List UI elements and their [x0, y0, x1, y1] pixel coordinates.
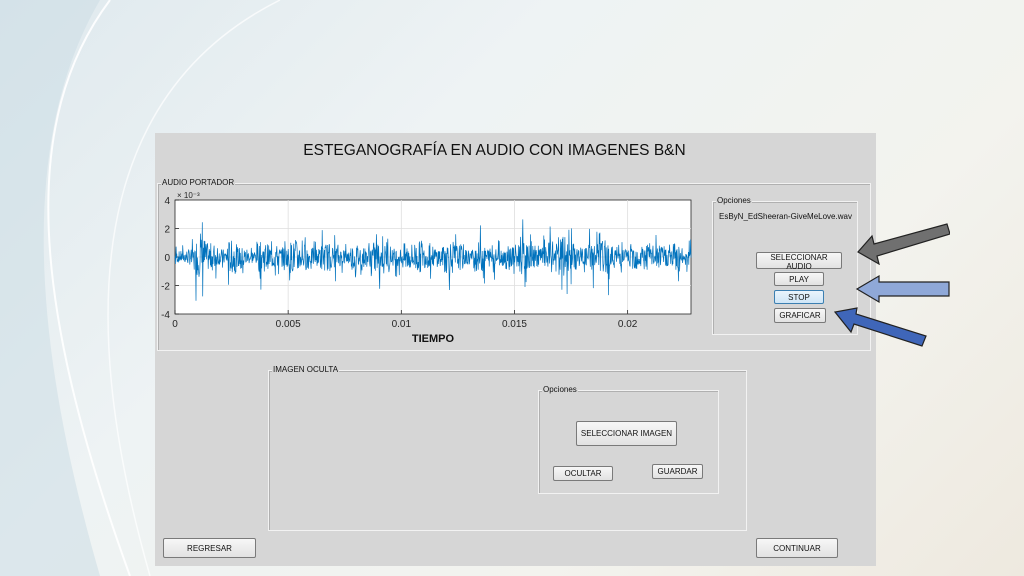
play-button[interactable]: PLAY — [774, 272, 824, 286]
app-window: ESTEGANOGRAFÍA EN AUDIO CON IMAGENES B&N… — [155, 133, 876, 566]
audio-options-title: Opciones — [716, 196, 752, 206]
y-tick-label: 2 — [164, 225, 170, 236]
save-button[interactable]: GUARDAR — [652, 464, 703, 479]
y-tick-label: -2 — [161, 282, 170, 293]
audio-filename: EsByN_EdSheeran-GiveMeLove.wav — [719, 212, 852, 221]
continue-button[interactable]: CONTINUAR — [756, 538, 838, 558]
stop-button[interactable]: STOP — [774, 290, 824, 304]
y-exponent-label: × 10⁻³ — [177, 191, 200, 200]
y-tick-label: 0 — [164, 253, 170, 264]
x-tick-label: 0.02 — [618, 319, 638, 330]
audio-waveform-chart: 0 0.005 0.01 0.015 0.02 4 2 0 -2 -4 × 10⁻³ TIEMPO — [161, 191, 692, 345]
x-tick-label: 0.005 — [276, 319, 301, 330]
image-options-title: Opciones — [542, 385, 578, 395]
image-panel-title: IMAGEN OCULTA — [272, 365, 340, 375]
back-button[interactable]: REGRESAR — [163, 538, 256, 558]
arrow-annotation-stop — [855, 274, 950, 304]
x-tick-label: 0.015 — [502, 319, 527, 330]
plot-button[interactable]: GRAFICAR — [774, 308, 826, 323]
select-audio-button[interactable]: SELECCIONAR AUDIO — [756, 252, 842, 271]
window-title: ESTEGANOGRAFÍA EN AUDIO CON IMAGENES B&N — [303, 142, 686, 159]
arrow-annotation-select-audio — [857, 223, 950, 265]
x-axis-label: TIEMPO — [412, 333, 455, 345]
y-tick-label: 4 — [164, 196, 170, 207]
select-image-button[interactable]: SELECCIONAR IMAGEN — [576, 421, 677, 446]
x-tick-label: 0 — [172, 319, 178, 330]
x-tick-label: 0.01 — [392, 319, 412, 330]
arrow-annotation-plot — [833, 307, 927, 347]
y-tick-label: -4 — [161, 310, 170, 321]
hide-button[interactable]: OCULTAR — [553, 466, 613, 481]
audio-panel-title: AUDIO PORTADOR — [161, 178, 236, 188]
